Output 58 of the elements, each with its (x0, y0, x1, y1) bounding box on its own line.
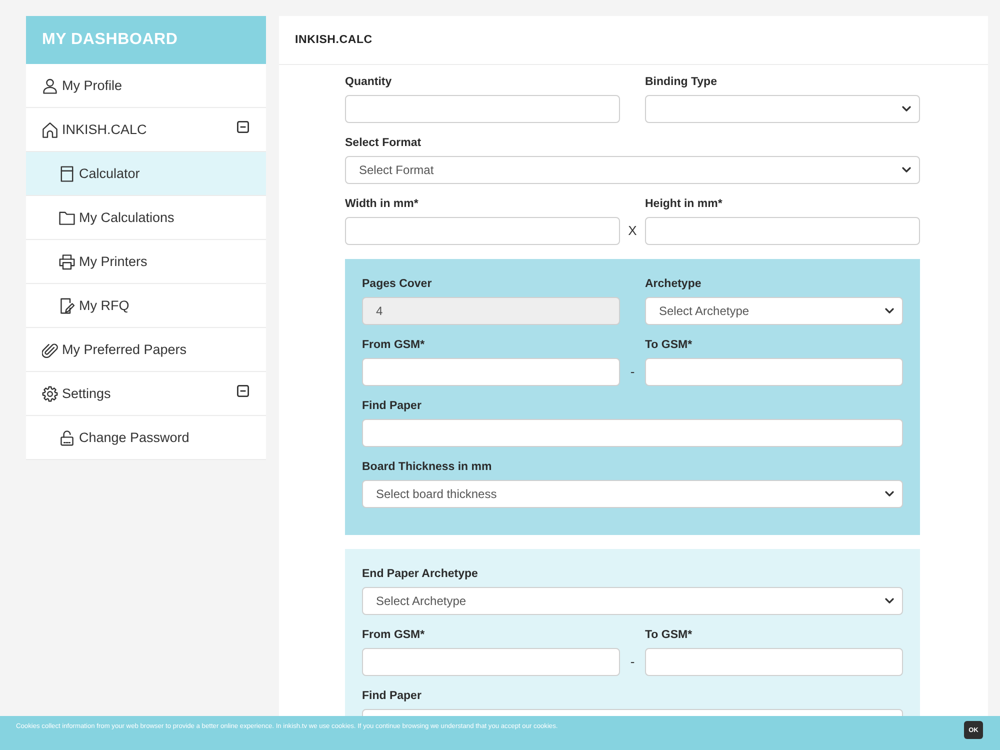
dropdown[interactable]: Select Archetype (362, 587, 903, 615)
input-field[interactable] (645, 648, 903, 676)
dropdown[interactable]: Select Archetype (645, 297, 903, 325)
chevron-down-icon (885, 308, 894, 314)
home-icon (42, 122, 58, 138)
gear-icon (42, 386, 58, 402)
printer-icon (59, 254, 75, 270)
edit-icon (59, 298, 75, 314)
field-label: Pages Cover (362, 277, 432, 292)
window-icon (59, 166, 75, 182)
field-label: From GSM* (362, 628, 425, 643)
sidebar-item[interactable]: My Printers (26, 240, 266, 284)
sidebar-item[interactable]: My Profile (26, 64, 266, 108)
sidebar-title: MY DASHBOARD (26, 16, 266, 64)
field-label: To GSM* (645, 338, 692, 353)
field-label: Binding Type (645, 75, 717, 90)
input-field[interactable] (345, 217, 620, 245)
sidebar-item[interactable]: Change Password (26, 416, 266, 460)
field-label: Find Paper (362, 399, 422, 414)
sidebar-item[interactable]: Settings (26, 372, 266, 416)
chevron-down-icon (885, 598, 894, 604)
chevron-down-icon (885, 491, 894, 497)
field-label: Quantity (345, 75, 392, 90)
input-field[interactable] (645, 217, 920, 245)
input-field[interactable] (345, 95, 620, 123)
page-title: INKISH.CALC (295, 34, 372, 46)
paperclip-icon (42, 342, 58, 358)
range-separator: - (630, 363, 635, 381)
minus-square-icon[interactable] (237, 384, 249, 396)
minus-square-icon[interactable] (237, 120, 249, 132)
range-separator: X (628, 222, 637, 240)
field-label: From GSM* (362, 338, 425, 353)
sidebar-item[interactable]: My RFQ (26, 284, 266, 328)
chevron-down-icon (902, 167, 911, 173)
input-field[interactable] (362, 419, 903, 447)
lock-icon (59, 430, 75, 446)
field-label: Find Paper (362, 689, 422, 704)
field-label: End Paper Archetype (362, 567, 478, 582)
field-label: Board Thickness in mm (362, 460, 492, 475)
input-field[interactable] (362, 358, 620, 386)
folder-icon (59, 210, 75, 226)
chevron-down-icon (902, 106, 911, 112)
dropdown[interactable]: Select Format (345, 156, 920, 184)
sidebar-item[interactable]: My Calculations (26, 196, 266, 240)
sidebar-item[interactable]: My Preferred Papers (26, 328, 266, 372)
dropdown[interactable]: Select board thickness (362, 480, 903, 508)
range-separator: - (630, 653, 635, 671)
field-label: Height in mm* (645, 197, 722, 212)
sidebar-item[interactable]: INKISH.CALC (26, 108, 266, 152)
person-icon (42, 78, 58, 94)
input-field[interactable] (362, 648, 620, 676)
field-label: Width in mm* (345, 197, 418, 212)
field-label: Archetype (645, 277, 702, 292)
field-label: To GSM* (645, 628, 692, 643)
input-field[interactable] (645, 358, 903, 386)
sidebar-item[interactable]: Calculator (26, 152, 266, 196)
field-label: Select Format (345, 136, 422, 151)
dropdown[interactable] (645, 95, 920, 123)
